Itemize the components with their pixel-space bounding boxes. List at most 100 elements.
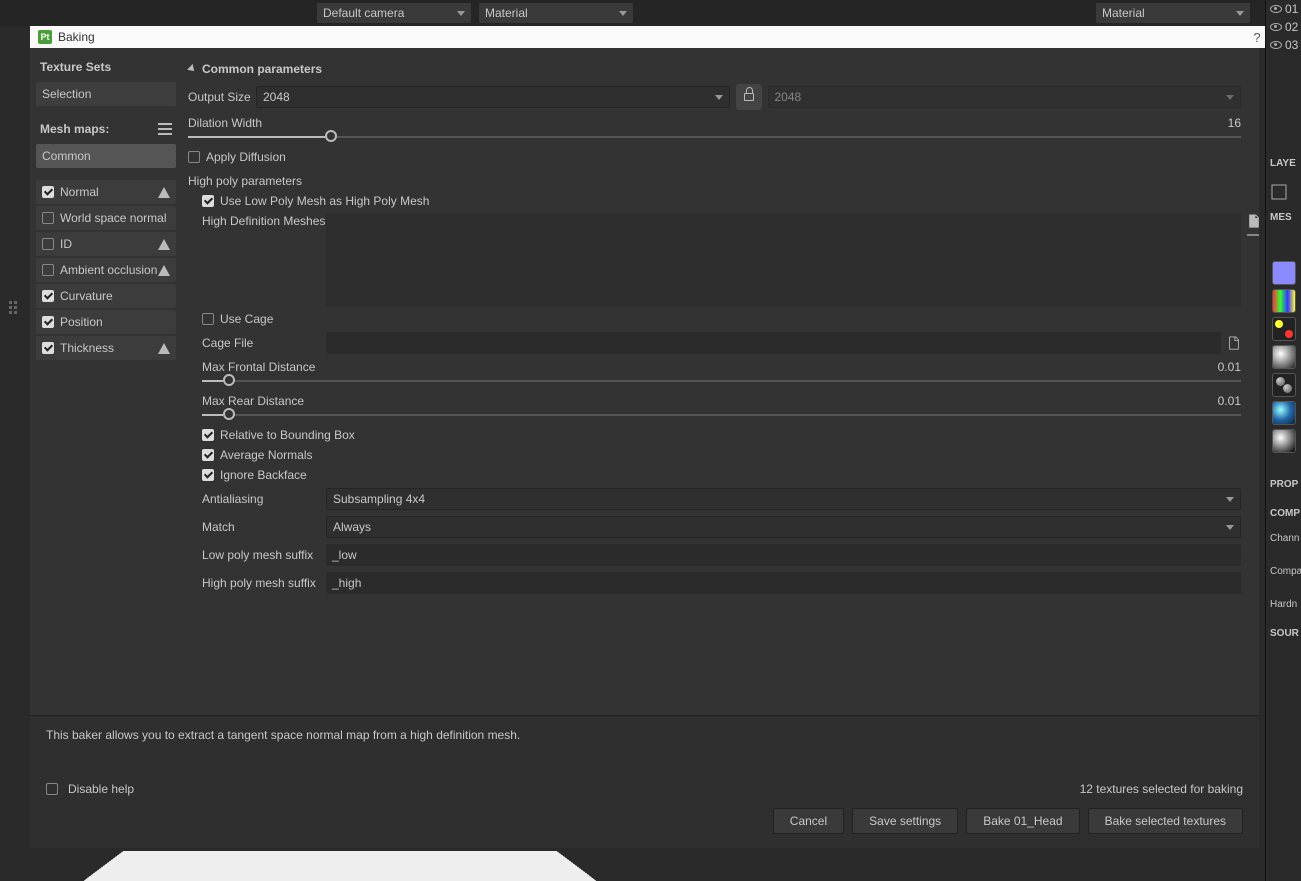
- app-icon: Pt: [38, 30, 52, 44]
- warning-icon: [158, 265, 170, 276]
- mesh-map-checkbox[interactable]: [42, 316, 54, 328]
- use-low-as-high-checkbox[interactable]: [202, 195, 214, 207]
- mesh-map-label: Position: [60, 315, 103, 329]
- material-left-dropdown[interactable]: Material: [478, 2, 634, 24]
- output-size-label: Output Size: [188, 90, 256, 104]
- mesh-map-row[interactable]: ID: [36, 232, 176, 256]
- swatch-color[interactable]: [1272, 289, 1296, 313]
- prop-label: PROP: [1266, 475, 1301, 494]
- material-right-dropdown[interactable]: Material: [1095, 2, 1251, 24]
- mesh-map-checkbox[interactable]: [42, 238, 54, 250]
- dilation-slider[interactable]: [188, 130, 1241, 144]
- disable-help-checkbox[interactable]: [46, 783, 58, 795]
- chevron-down-icon: [1226, 95, 1234, 100]
- layers-icon[interactable]: [1270, 183, 1288, 201]
- swatch-sphere2[interactable]: [1272, 401, 1296, 425]
- output-size-locked-value: 2048: [775, 90, 802, 104]
- section-title: Common parameters: [202, 62, 322, 76]
- use-cage-checkbox[interactable]: [202, 313, 214, 325]
- bake-one-button[interactable]: Bake 01_Head: [966, 808, 1079, 834]
- lock-button[interactable]: [736, 84, 762, 110]
- apply-diffusion-checkbox[interactable]: [188, 151, 200, 163]
- status-text: 12 textures selected for baking: [1080, 782, 1243, 796]
- mesh-maps-header: Mesh maps:: [30, 116, 182, 142]
- compa-label: Compa: [1266, 562, 1301, 581]
- warning-icon: [158, 187, 170, 198]
- selection-button[interactable]: Selection: [36, 82, 176, 106]
- max-frontal-slider[interactable]: [202, 374, 1241, 388]
- max-rear-slider[interactable]: [202, 408, 1241, 422]
- mesh-map-checkbox[interactable]: [42, 342, 54, 354]
- mesh-map-label: Curvature: [60, 289, 113, 303]
- viewport-peek: [30, 851, 650, 881]
- antialiasing-dropdown[interactable]: Subsampling 4x4: [326, 488, 1241, 510]
- mesh-label: MES: [1266, 208, 1301, 227]
- mesh-map-row[interactable]: World space normal: [36, 206, 176, 230]
- remove-icon[interactable]: [1247, 234, 1259, 236]
- grip-icon[interactable]: [8, 300, 20, 312]
- ignore-backface-checkbox[interactable]: [202, 469, 214, 481]
- eye-icon: [1270, 41, 1282, 49]
- mesh-map-checkbox[interactable]: [42, 186, 54, 198]
- bake-selected-button[interactable]: Bake selected textures: [1088, 808, 1243, 834]
- high-suffix-input[interactable]: _high: [326, 572, 1241, 594]
- swatch-black[interactable]: [1272, 317, 1296, 341]
- chevron-down-icon: [457, 11, 465, 16]
- mesh-map-row[interactable]: Thickness: [36, 336, 176, 360]
- cage-file-input[interactable]: [326, 332, 1221, 354]
- common-label: Common: [42, 149, 91, 163]
- antialiasing-label: Antialiasing: [202, 492, 326, 506]
- visibility-row[interactable]: 01: [1266, 0, 1301, 18]
- swatch-sphere1[interactable]: [1272, 345, 1296, 369]
- output-size-value: 2048: [263, 90, 290, 104]
- file-icon[interactable]: [1227, 336, 1241, 350]
- camera-dropdown[interactable]: Default camera: [316, 2, 472, 24]
- file-icon[interactable]: [1247, 214, 1259, 228]
- mesh-map-label: Thickness: [60, 341, 114, 355]
- output-size-dropdown[interactable]: 2048: [256, 86, 730, 108]
- visibility-row[interactable]: 02: [1266, 18, 1301, 36]
- menu-icon[interactable]: [158, 123, 172, 135]
- mesh-map-label: ID: [60, 237, 72, 251]
- high-suffix-value: _high: [332, 576, 361, 590]
- use-low-as-high-label: Use Low Poly Mesh as High Poly Mesh: [220, 194, 429, 208]
- high-suffix-label: High poly mesh suffix: [202, 576, 326, 590]
- save-settings-button[interactable]: Save settings: [852, 808, 958, 834]
- swatch-normal[interactable]: [1272, 261, 1296, 285]
- mesh-map-label: Normal: [60, 185, 99, 199]
- match-dropdown[interactable]: Always: [326, 516, 1241, 538]
- mesh-map-checkbox[interactable]: [42, 212, 54, 224]
- mesh-map-row[interactable]: Normal: [36, 180, 176, 204]
- chevron-down-icon: [715, 95, 723, 100]
- right-panel: 010203 LAYE MES PROP COMP Chann Compa Ha…: [1265, 0, 1301, 881]
- common-row[interactable]: Common: [36, 144, 176, 168]
- low-suffix-input[interactable]: _low: [326, 544, 1241, 566]
- mesh-maps-label: Mesh maps:: [40, 122, 109, 136]
- relative-bbox-checkbox[interactable]: [202, 429, 214, 441]
- mesh-map-row[interactable]: Curvature: [36, 284, 176, 308]
- mesh-map-row[interactable]: Position: [36, 310, 176, 334]
- mesh-map-label: Ambient occlusion: [60, 263, 157, 277]
- cancel-button[interactable]: Cancel: [773, 808, 844, 834]
- sidebar: Texture Sets Selection Mesh maps: Common…: [30, 48, 182, 715]
- swatch-sphere3[interactable]: [1272, 429, 1296, 453]
- disable-help-label: Disable help: [68, 782, 134, 796]
- average-normals-checkbox[interactable]: [202, 449, 214, 461]
- swatch-dual[interactable]: [1272, 373, 1296, 397]
- eye-icon: [1270, 23, 1282, 31]
- section-header[interactable]: Common parameters: [188, 62, 1241, 76]
- chevron-down-icon: [187, 64, 197, 74]
- hd-meshes-label: High Definition Meshes: [202, 214, 326, 228]
- dilation-label: Dilation Width: [188, 116, 318, 130]
- max-frontal-label: Max Frontal Distance: [202, 360, 332, 374]
- eye-icon: [1270, 5, 1282, 13]
- mesh-map-checkbox[interactable]: [42, 264, 54, 276]
- visibility-row[interactable]: 03: [1266, 36, 1301, 54]
- mesh-map-row[interactable]: Ambient occlusion: [36, 258, 176, 282]
- average-normals-label: Average Normals: [220, 448, 312, 462]
- antialiasing-value: Subsampling 4x4: [333, 492, 425, 506]
- layers-label: LAYE: [1266, 154, 1301, 173]
- mesh-map-checkbox[interactable]: [42, 290, 54, 302]
- hd-meshes-input[interactable]: [326, 214, 1241, 306]
- mesh-map-label: World space normal: [60, 211, 167, 225]
